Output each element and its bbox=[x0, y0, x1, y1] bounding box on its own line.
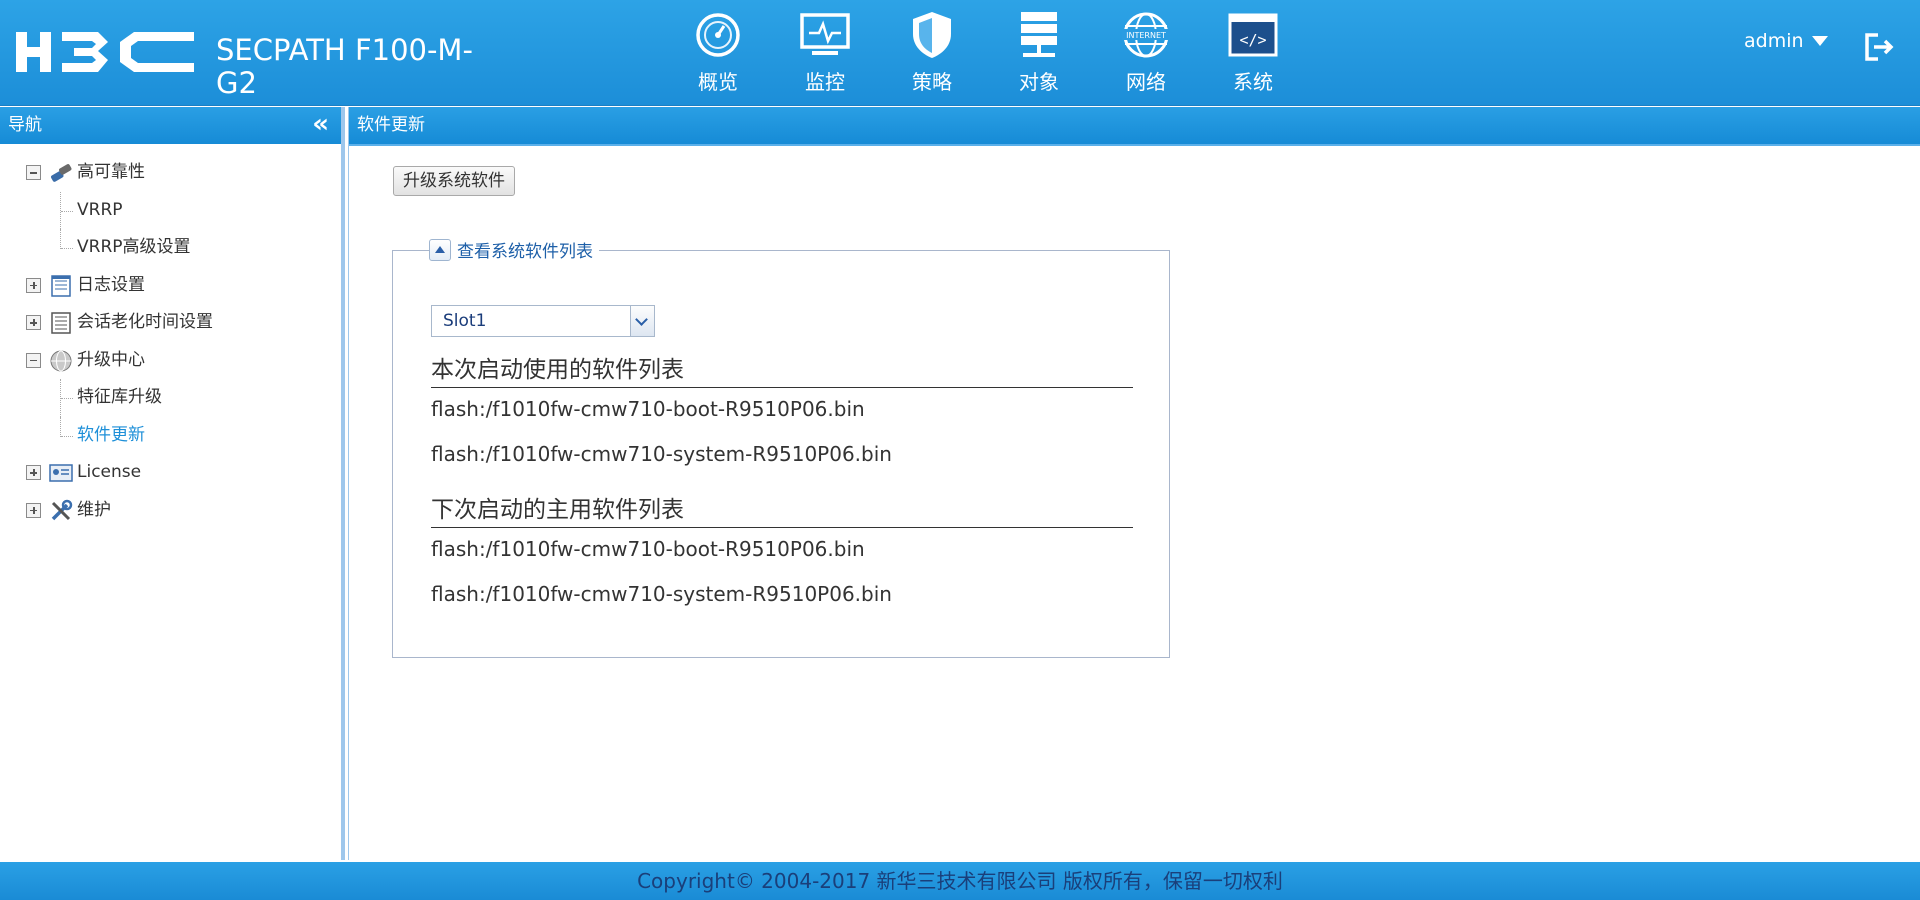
tree-node-license[interactable]: License bbox=[0, 454, 341, 492]
next-boot-file: flash:/f1010fw-cmw710-boot-R9510P06.bin bbox=[431, 537, 865, 561]
topnav-monitor[interactable]: 监控 bbox=[777, 10, 873, 100]
upgrade-software-button[interactable]: 升级系统软件 bbox=[393, 166, 515, 196]
tree-node-label: 维护 bbox=[77, 499, 111, 520]
tree-node-session-aging[interactable]: 会话老化时间设置 bbox=[0, 304, 341, 342]
logout-icon[interactable] bbox=[1862, 30, 1896, 64]
link-icon bbox=[51, 164, 72, 182]
tree-connector bbox=[60, 229, 74, 249]
list-icon bbox=[51, 312, 71, 334]
tools-icon bbox=[51, 499, 73, 520]
tree-item-vrrp-advanced[interactable]: VRRP高级设置 bbox=[0, 229, 341, 267]
sidebar-title: 导航 bbox=[8, 115, 42, 135]
tree-item-software-update[interactable]: 软件更新 bbox=[0, 416, 341, 455]
product-name: SECPATH F100-M-G2 bbox=[216, 33, 473, 100]
topnav-object[interactable]: 对象 bbox=[991, 10, 1087, 100]
tree-node-label: License bbox=[77, 462, 142, 482]
software-list-fieldset: 查看系统软件列表 Slot1 本次启动使用的软件列表 flash:/f1010f… bbox=[392, 237, 1170, 658]
internet-globe-icon: INTERNET bbox=[1120, 10, 1172, 60]
collapse-sidebar-icon[interactable]: « bbox=[312, 107, 329, 141]
tree-node-label: 日志设置 bbox=[77, 274, 145, 295]
content-body: 升级系统软件 查看系统软件列表 Slot1 本次启动使用的软件列表 flash:… bbox=[349, 144, 1920, 860]
monitor-icon bbox=[799, 10, 851, 60]
gauge-icon bbox=[692, 10, 744, 60]
nav-sidebar: 导航 « 高可靠性 VRRP VRRP高级设置 日志设置 会话老化时间设置 升级… bbox=[0, 107, 345, 860]
topnav-label: 网络 bbox=[1126, 70, 1166, 94]
current-boot-file: flash:/f1010fw-cmw710-boot-R9510P06.bin bbox=[431, 397, 865, 421]
footer: Copyright© 2004-2017 新华三技术有限公司 版权所有，保留一切… bbox=[0, 862, 1920, 900]
code-window-icon: </> bbox=[1227, 10, 1279, 60]
tree-item-label: 特征库升级 bbox=[77, 387, 162, 407]
tree-connector bbox=[60, 379, 74, 417]
tree-node-label: 会话老化时间设置 bbox=[77, 312, 213, 332]
tree-item-signature-upgrade[interactable]: 特征库升级 bbox=[0, 379, 341, 417]
topnav-label: 系统 bbox=[1233, 70, 1273, 94]
log-icon bbox=[51, 274, 71, 297]
tree-item-vrrp[interactable]: VRRP bbox=[0, 191, 341, 229]
tree-node-label: 高可靠性 bbox=[77, 162, 145, 182]
fieldset-title: 查看系统软件列表 bbox=[457, 242, 593, 262]
fieldset-legend[interactable]: 查看系统软件列表 bbox=[429, 237, 599, 262]
next-boot-title: 下次启动的主用软件列表 bbox=[431, 495, 1133, 528]
expand-toggle-icon[interactable] bbox=[26, 502, 41, 518]
topnav-policy[interactable]: 策略 bbox=[884, 10, 980, 100]
expand-toggle-icon[interactable] bbox=[26, 465, 41, 480]
expand-toggle-icon[interactable] bbox=[26, 277, 41, 293]
tree-connector bbox=[60, 191, 74, 229]
chevron-down-icon[interactable] bbox=[630, 306, 654, 336]
topnav-overview[interactable]: 概览 bbox=[670, 10, 766, 100]
expand-toggle-icon[interactable] bbox=[26, 315, 41, 330]
content-panel: 软件更新 升级系统软件 查看系统软件列表 Slot1 本次启动使用的软件列表 f… bbox=[348, 107, 1920, 860]
svg-text:INTERNET: INTERNET bbox=[1126, 31, 1166, 40]
tree-node-log[interactable]: 日志设置 bbox=[0, 267, 341, 305]
topnav-label: 对象 bbox=[1019, 70, 1059, 94]
slot-select[interactable]: Slot1 bbox=[431, 305, 655, 337]
copyright-text: Copyright© 2004-2017 新华三技术有限公司 版权所有，保留一切… bbox=[637, 869, 1283, 893]
topnav-label: 概览 bbox=[698, 70, 738, 94]
h3c-logo bbox=[16, 32, 194, 72]
license-card-icon bbox=[49, 464, 73, 482]
topnav-label: 监控 bbox=[805, 70, 845, 94]
sidebar-header: 导航 « bbox=[0, 107, 341, 144]
tree-node-upgrade-center[interactable]: 升级中心 bbox=[0, 342, 341, 380]
current-system-file: flash:/f1010fw-cmw710-system-R9510P06.bi… bbox=[431, 442, 892, 466]
topnav-label: 策略 bbox=[912, 70, 952, 94]
slot-select-value: Slot1 bbox=[443, 311, 487, 331]
user-menu[interactable]: admin bbox=[1744, 30, 1828, 52]
current-boot-title: 本次启动使用的软件列表 bbox=[431, 355, 1133, 388]
tree-item-label: VRRP高级设置 bbox=[77, 237, 191, 257]
collapse-toggle-icon[interactable] bbox=[26, 165, 41, 180]
tree-connector bbox=[60, 416, 74, 437]
globe-icon bbox=[50, 350, 72, 371]
username: admin bbox=[1744, 30, 1804, 52]
tree-item-label: VRRP bbox=[77, 199, 123, 220]
tree-node-label: 升级中心 bbox=[77, 349, 145, 370]
svg-text:</>: </> bbox=[1239, 31, 1266, 49]
tree-item-label: 软件更新 bbox=[77, 424, 145, 445]
collapse-toggle-icon[interactable] bbox=[26, 352, 41, 368]
content-header: 软件更新 bbox=[349, 107, 1920, 144]
nav-tree: 高可靠性 VRRP VRRP高级设置 日志设置 会话老化时间设置 升级中心 特征… bbox=[0, 144, 341, 529]
next-system-file: flash:/f1010fw-cmw710-system-R9510P06.bi… bbox=[431, 582, 892, 606]
caret-down-icon bbox=[1811, 36, 1828, 46]
topnav-network[interactable]: INTERNET 网络 bbox=[1098, 10, 1194, 100]
server-stack-icon bbox=[1013, 10, 1065, 60]
tree-node-maintenance[interactable]: 维护 bbox=[0, 492, 341, 530]
tree-node-ha[interactable]: 高可靠性 bbox=[0, 154, 341, 192]
topnav-system[interactable]: </> 系统 bbox=[1205, 10, 1301, 100]
shield-icon bbox=[906, 10, 958, 60]
top-header: SECPATH F100-M-G2 概览 监控 策略 对象 INTERNET 网… bbox=[0, 0, 1920, 106]
page-title: 软件更新 bbox=[357, 115, 425, 135]
collapse-up-icon[interactable] bbox=[429, 238, 451, 261]
